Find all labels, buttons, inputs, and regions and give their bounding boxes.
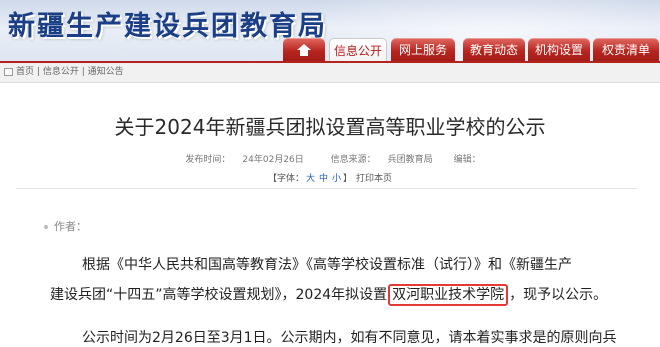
author-line: 作者： [44, 218, 87, 234]
nav-tab-online-service[interactable]: 网上服务 [391, 38, 455, 62]
nav-tab-label: 网上服务 [398, 43, 447, 57]
home-icon [297, 44, 311, 56]
article: 关于2024年新疆兵团拟设置高等职业学校的公示 发布时间： 24年02月26日 信… [0, 83, 660, 346]
author-label: 作者： [54, 220, 87, 233]
nav-tab-info-public[interactable]: 信息公开 [329, 38, 387, 62]
bullet-icon [44, 225, 48, 229]
breadcrumb-separator: | [81, 67, 85, 77]
article-divider [16, 188, 637, 189]
breadcrumb: 首页 | 信息公开 | 通知公告 [0, 63, 660, 83]
breadcrumb-info-public[interactable]: 信息公开 [43, 67, 79, 77]
nav-tab-organization[interactable]: 机构设置 [528, 38, 590, 62]
font-close: 】 [343, 174, 353, 184]
font-medium-link[interactable]: 中 [319, 174, 328, 184]
source-info: 信息来源： 兵团教育局 [325, 155, 439, 165]
nav-home-tab[interactable] [283, 38, 325, 62]
font-label: 【字体： [267, 174, 304, 184]
paragraph-text: ，现予以公示。 [509, 287, 608, 303]
nav-tab-label: 信息公开 [333, 44, 382, 58]
nav-tab-power-list[interactable]: 权责清单 [593, 38, 659, 62]
home-small-icon [4, 68, 13, 76]
nav-tab-label: 教育动态 [469, 43, 518, 57]
article-title: 关于2024年新疆兵团拟设置高等职业学校的公示 [114, 115, 546, 139]
highlighted-school-name: 双河职业技术学院 [388, 284, 509, 306]
editor-label: 编辑： [453, 155, 481, 165]
site-header: 新疆生产建设兵团教育局 信息公开 网上服务 教育动态 机构设置 权责清单 [0, 0, 660, 62]
article-paragraph-2: 建设兵团“十四五”高等学校设置规划》，2024年拟设置 双河职业技术学院 ，现予以公… [50, 284, 630, 306]
print-page-link[interactable]: 打印本页 [356, 174, 392, 184]
nav-tab-education-news[interactable]: 教育动态 [463, 38, 525, 62]
breadcrumb-home[interactable]: 首页 [16, 67, 34, 77]
publish-info: 发布时间： 24年02月26日 [179, 155, 309, 165]
font-size-bar: 【字体：大中小】打印本页 [0, 171, 660, 184]
font-small-link[interactable]: 小 [332, 174, 341, 184]
breadcrumb-notices[interactable]: 通知公告 [88, 67, 124, 77]
article-meta: 发布时间： 24年02月26日 信息来源： 兵团教育局 编辑： [0, 152, 660, 165]
breadcrumb-separator: | [36, 67, 40, 77]
source-label: 信息来源： [330, 155, 376, 165]
article-paragraph-1: 根据《中华人民共和国高等教育法》《高等学校设置标准（试行）》和《新疆生产 [82, 257, 572, 273]
paragraph-text: 建设兵团“十四五”高等学校设置规划》，2024年拟设置 [50, 287, 388, 303]
publish-label: 发布时间： [185, 155, 231, 165]
main-nav: 信息公开 网上服务 教育动态 机构设置 权责清单 [0, 38, 660, 62]
breadcrumb-trail: 首页 | 信息公开 | 通知公告 [16, 63, 124, 82]
font-large-link[interactable]: 大 [306, 174, 315, 184]
nav-tab-label: 机构设置 [534, 43, 583, 57]
article-paragraph-3: 公示时间为2月26日至3月1日。公示期内，如有不同意见，请本着实事求是的原则向兵 [82, 330, 617, 346]
publish-date: 24年02月26日 [242, 155, 304, 165]
nav-tab-label: 权责清单 [601, 43, 650, 57]
source-value: 兵团教育局 [387, 155, 433, 165]
